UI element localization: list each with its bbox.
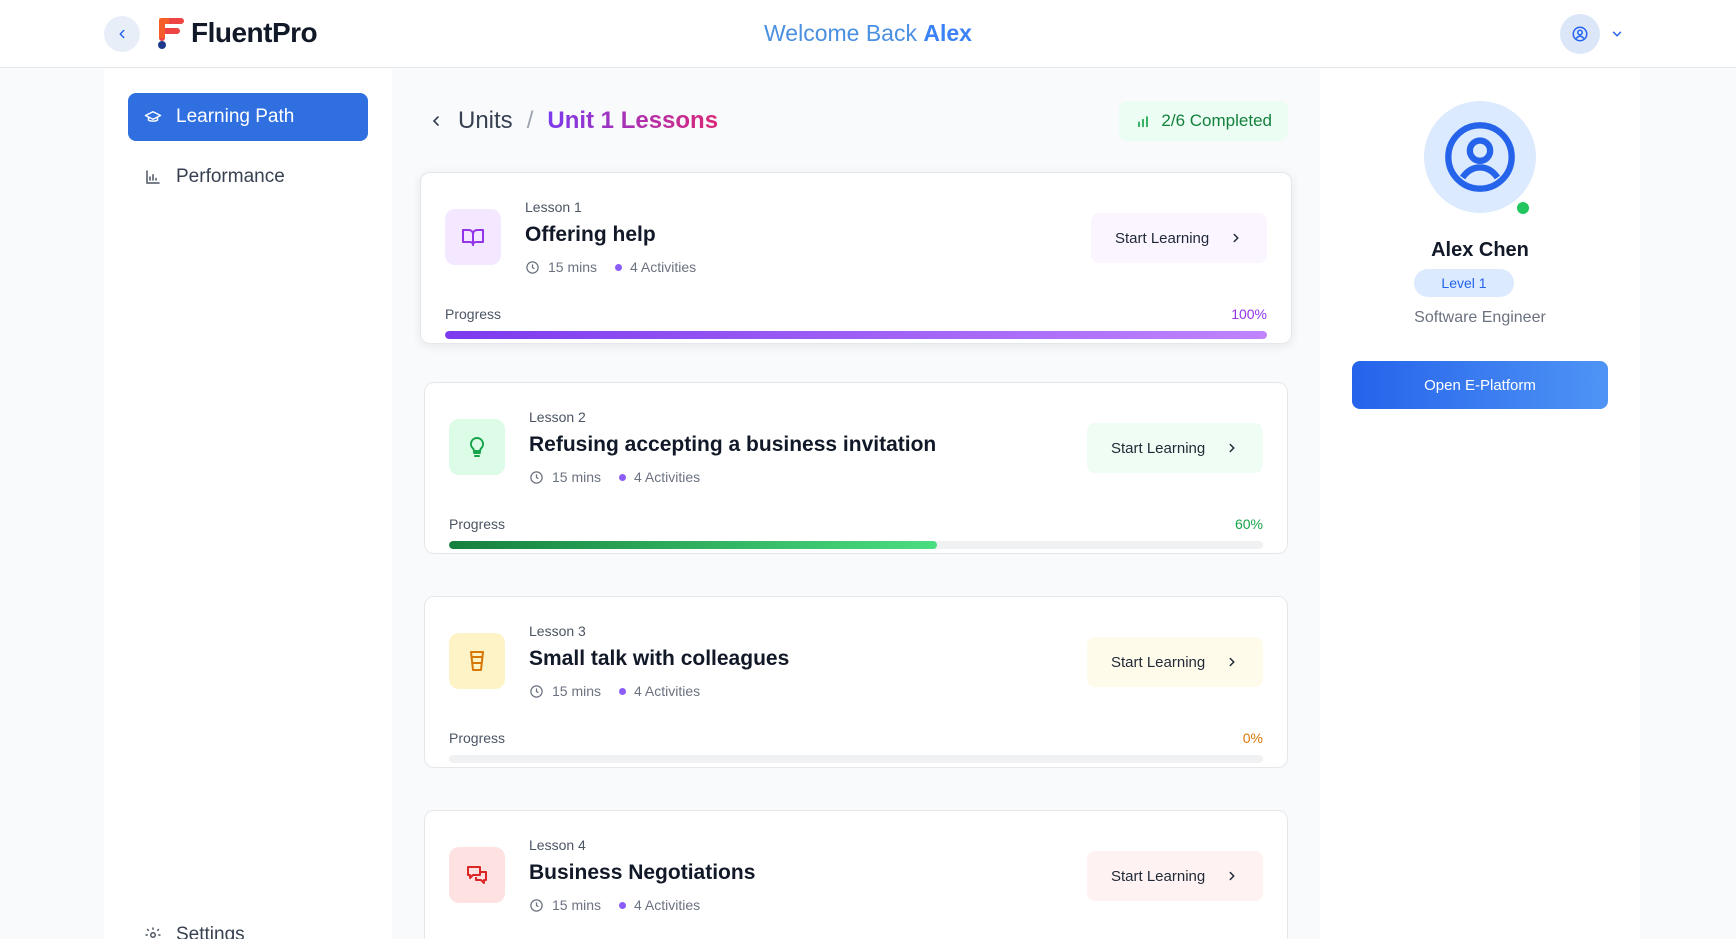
lesson-card[interactable]: Lesson 1 Offering help 15 mins 4 Activit… <box>420 172 1292 344</box>
chevron-down-icon[interactable] <box>1610 27 1624 41</box>
chevron-right-icon <box>1229 443 1235 453</box>
completion-count: 2/6 Completed <box>1161 111 1272 130</box>
page-title: Unit 1 Lessons <box>547 107 719 134</box>
lesson-card[interactable]: Lesson 4 Business Negotiations 15 mins 4… <box>424 810 1288 939</box>
lesson-title: Offering help <box>525 223 656 246</box>
lesson-icon-container <box>445 209 501 265</box>
sidebar-item-performance[interactable]: Performance <box>128 153 368 201</box>
progress-label: Progress <box>449 516 506 532</box>
dot-separator <box>619 901 627 909</box>
start-learning-label: Start Learning <box>1111 439 1206 457</box>
user-circle-icon <box>1572 26 1588 42</box>
lesson-title: Business Negotiations <box>529 861 756 884</box>
progress-track <box>449 755 1263 763</box>
dot-separator <box>619 687 627 695</box>
user-menu[interactable] <box>1560 14 1624 54</box>
sidebar-item-settings[interactable]: Settings <box>128 911 368 939</box>
progress-track <box>449 541 1263 549</box>
open-e-platform-button[interactable]: Open E-Platform <box>1352 361 1608 409</box>
lesson-icon-container <box>449 633 505 689</box>
chevron-right-icon <box>1233 233 1239 243</box>
start-learning-button[interactable]: Start Learning <box>1091 213 1267 263</box>
progress-percent: 60% <box>1234 516 1263 532</box>
bar-chart-icon <box>146 170 160 184</box>
lesson-title: Refusing accepting a business invitation <box>529 433 937 456</box>
welcome-prefix: Welcome Back <box>764 20 917 46</box>
lightbulb-icon <box>469 436 485 457</box>
progress-label: Progress <box>445 306 502 322</box>
lesson-icon-container <box>449 847 505 903</box>
chevron-left-icon <box>432 116 439 126</box>
lesson-activities: 4 Activities <box>634 469 701 485</box>
chat-bubbles-icon <box>467 866 487 884</box>
chevron-right-icon <box>1229 871 1235 881</box>
clock-icon <box>526 260 539 274</box>
start-learning-button[interactable]: Start Learning <box>1087 851 1263 901</box>
dot-separator <box>615 263 623 271</box>
profile-panel: Alex Chen Level 1 Software Engineer Open… <box>1320 69 1640 939</box>
sidebar-item-learning-path[interactable]: Learning Path <box>128 93 368 141</box>
progress-bar-fill <box>445 331 1267 339</box>
level-badge: Level 1 <box>1414 269 1514 297</box>
lesson-activities: 4 Activities <box>634 683 701 699</box>
progress-label: Progress <box>449 730 506 746</box>
profile-name: Alex Chen <box>1431 239 1529 261</box>
sidebar-item-label: Learning Path <box>176 106 295 127</box>
lesson-duration: 15 mins <box>552 469 602 485</box>
clock-icon <box>530 684 543 698</box>
breadcrumb-back-button[interactable] <box>428 113 444 129</box>
start-learning-label: Start Learning <box>1111 867 1206 885</box>
start-learning-label: Start Learning <box>1111 653 1206 671</box>
main-content: Units / Unit 1 Lessons 2/6 Completed Les… <box>392 69 1320 939</box>
lesson-duration: 15 mins <box>548 259 598 275</box>
lesson-duration: 15 mins <box>552 897 602 913</box>
dot-separator <box>619 473 627 481</box>
lesson-meta: 15 mins 4 Activities <box>529 683 700 699</box>
welcome-message: Welcome Back Alex <box>0 20 1736 47</box>
lesson-card[interactable]: Lesson 3 Small talk with colleagues 15 m… <box>424 596 1288 768</box>
progress-bar-fill <box>449 541 938 549</box>
completion-badge: 2/6 Completed <box>1119 101 1288 141</box>
lesson-number: Lesson 1 <box>525 199 582 215</box>
chevron-right-icon <box>1229 657 1235 667</box>
cup-icon <box>470 651 484 671</box>
clock-icon <box>530 470 543 484</box>
start-learning-button[interactable]: Start Learning <box>1087 637 1263 687</box>
progress-track <box>445 331 1267 339</box>
user-circle-icon <box>1445 122 1515 192</box>
lesson-number: Lesson 3 <box>529 623 586 639</box>
lesson-meta: 15 mins 4 Activities <box>525 259 696 275</box>
progress-percent: 100% <box>1231 306 1267 322</box>
lesson-activities: 4 Activities <box>634 897 701 913</box>
profile-role: Software Engineer <box>1414 309 1546 326</box>
progress-percent: 0% <box>1242 730 1263 746</box>
gear-icon <box>145 927 161 939</box>
breadcrumb: Units / Unit 1 Lessons <box>428 107 718 135</box>
lesson-activities: 4 Activities <box>630 259 697 275</box>
lesson-meta: 15 mins 4 Activities <box>529 897 700 913</box>
welcome-name: Alex <box>923 20 972 46</box>
lesson-title: Small talk with colleagues <box>529 647 790 670</box>
start-learning-label: Start Learning <box>1115 229 1210 247</box>
breadcrumb-separator: / <box>526 107 534 134</box>
lesson-icon-container <box>449 419 505 475</box>
graduation-cap-icon <box>144 111 162 122</box>
top-header: FluentPro Welcome Back Alex <box>0 0 1736 68</box>
lesson-card[interactable]: Lesson 2 Refusing accepting a business i… <box>424 382 1288 554</box>
user-avatar-small[interactable] <box>1560 14 1600 54</box>
sidebar-item-label: Performance <box>176 166 285 187</box>
book-icon <box>462 229 484 246</box>
online-status-indicator <box>1514 199 1532 217</box>
lesson-number: Lesson 2 <box>529 409 586 425</box>
lesson-duration: 15 mins <box>552 683 602 699</box>
start-learning-button[interactable]: Start Learning <box>1087 423 1263 473</box>
clock-icon <box>530 898 543 912</box>
breadcrumb-units-link[interactable]: Units <box>458 107 513 135</box>
lesson-meta: 15 mins 4 Activities <box>529 469 700 485</box>
signal-bars-icon <box>1138 116 1149 128</box>
left-sidebar: Learning Path Performance Settings <box>104 69 392 939</box>
lesson-number: Lesson 4 <box>529 837 586 853</box>
sidebar-item-label: Settings <box>176 924 245 939</box>
profile-avatar <box>1424 101 1536 213</box>
